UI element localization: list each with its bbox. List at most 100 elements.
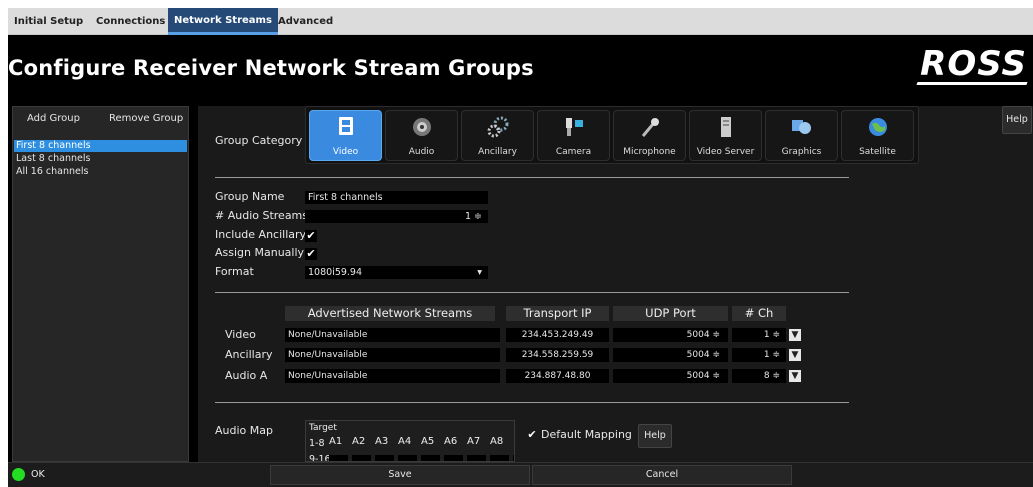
channel-count-value: 8 bbox=[763, 371, 770, 381]
audio-map-label: Audio Map bbox=[215, 424, 273, 437]
default-mapping-label: Default Mapping bbox=[541, 428, 632, 441]
target-channel: A8 bbox=[490, 436, 504, 447]
category-label: Satellite bbox=[859, 147, 896, 157]
tab-advanced[interactable]: Advanced bbox=[278, 8, 333, 35]
stepper-icon: ≑ bbox=[772, 371, 780, 381]
target-channel: A2 bbox=[352, 436, 366, 447]
category-ancillary-button[interactable]: Ancillary bbox=[461, 110, 534, 161]
target-channel: A1 bbox=[329, 436, 343, 447]
header-channel-count: # Ch bbox=[732, 306, 786, 321]
category-microphone-button[interactable]: Microphone bbox=[613, 110, 686, 161]
divider bbox=[215, 292, 849, 293]
cancel-button[interactable]: Cancel bbox=[532, 465, 792, 485]
include-ancillary-label: Include Ancillary bbox=[215, 228, 307, 241]
channel-count-stepper[interactable]: 1 ≑ bbox=[732, 348, 786, 362]
category-label: Video Server bbox=[696, 147, 755, 157]
udp-port-stepper[interactable]: 5004 ≑ bbox=[613, 369, 728, 383]
default-mapping-checkbox[interactable]: ✔ bbox=[526, 429, 538, 441]
channel-count-stepper[interactable]: 8 ≑ bbox=[732, 369, 786, 383]
audio-streams-stepper[interactable]: 1 ≑ bbox=[305, 210, 488, 223]
video-icon bbox=[310, 116, 381, 140]
category-label: Camera bbox=[555, 147, 592, 157]
group-list-panel: Add Group Remove Group First 8 channels … bbox=[12, 106, 189, 462]
include-ancillary-checkbox[interactable]: ✔ bbox=[305, 230, 317, 242]
status-indicator-icon bbox=[12, 468, 25, 481]
udp-port-value: 5004 bbox=[686, 350, 710, 360]
udp-port-value: 5004 bbox=[686, 330, 710, 340]
stepper-icon: ≑ bbox=[712, 350, 720, 360]
page-title: Configure Receiver Network Stream Groups bbox=[8, 56, 534, 80]
target-label: Target bbox=[309, 423, 337, 433]
category-graphics-button[interactable]: Graphics bbox=[765, 110, 838, 161]
camera-icon bbox=[538, 116, 609, 140]
assign-manually-checkbox[interactable]: ✔ bbox=[305, 248, 317, 260]
stream-select[interactable]: None/Unavailable bbox=[285, 348, 500, 362]
tab-connections[interactable]: Connections bbox=[96, 8, 165, 35]
channel-count-stepper[interactable]: 1 ≑ bbox=[732, 328, 786, 342]
transport-ip-field[interactable]: 234.887.48.80 bbox=[506, 369, 609, 383]
stream-select[interactable]: None/Unavailable bbox=[285, 369, 500, 383]
format-select[interactable]: 1080i59.94 ▾ bbox=[305, 266, 488, 279]
category-audio-button[interactable]: Audio bbox=[385, 110, 458, 161]
target-channel: A5 bbox=[421, 436, 435, 447]
group-category-label: Group Category bbox=[215, 134, 303, 147]
group-name-input[interactable]: First 8 channels bbox=[305, 191, 488, 204]
chevron-down-icon[interactable]: ▼ bbox=[789, 329, 801, 341]
row-label: Audio A bbox=[225, 369, 268, 382]
tab-initial-setup[interactable]: Initial Setup bbox=[14, 8, 83, 35]
row-1-8-label: 1-8 bbox=[309, 438, 325, 449]
logo-underline bbox=[916, 82, 1028, 85]
tab-network-streams[interactable]: Network Streams bbox=[168, 8, 278, 35]
group-list-item[interactable]: First 8 channels bbox=[14, 140, 187, 152]
shapes-icon bbox=[766, 116, 837, 140]
assign-manually-label: Assign Manually bbox=[215, 246, 305, 259]
udp-port-stepper[interactable]: 5004 ≑ bbox=[613, 348, 728, 362]
format-label: Format bbox=[215, 265, 254, 278]
ross-logo: ROSS bbox=[920, 44, 1027, 84]
audio-map-grid: Target 1-8 A1 A2 A3 A4 A5 A6 A7 A8 9-16 bbox=[305, 420, 515, 462]
audio-map-cells[interactable] bbox=[329, 455, 514, 461]
save-button[interactable]: Save bbox=[270, 465, 530, 485]
divider bbox=[215, 402, 849, 403]
row-label: Video bbox=[225, 328, 256, 341]
stream-select[interactable]: None/Unavailable bbox=[285, 328, 500, 342]
audio-streams-value: 1 bbox=[464, 211, 471, 222]
status-text: OK bbox=[31, 469, 45, 480]
category-video-server-button[interactable]: Video Server bbox=[689, 110, 762, 161]
row-label: Ancillary bbox=[225, 348, 273, 361]
add-group-button[interactable]: Add Group bbox=[27, 113, 80, 124]
status-bar: OK Save Cancel bbox=[8, 462, 1033, 487]
speaker-icon bbox=[386, 116, 457, 140]
row-9-16-label: 9-16 bbox=[309, 454, 331, 462]
help-button[interactable]: Help bbox=[1002, 106, 1032, 134]
globe-icon bbox=[842, 116, 913, 140]
divider bbox=[215, 177, 849, 178]
stepper-icon: ≑ bbox=[712, 330, 720, 340]
microphone-icon bbox=[614, 116, 685, 140]
target-channel-list: A1 A2 A3 A4 A5 A6 A7 A8 bbox=[329, 436, 514, 450]
audio-map-help-button[interactable]: Help bbox=[638, 424, 672, 448]
category-video-button[interactable]: Video bbox=[309, 110, 382, 161]
server-icon bbox=[690, 116, 761, 140]
chevron-down-icon[interactable]: ▼ bbox=[789, 370, 801, 382]
category-label: Video bbox=[332, 147, 359, 157]
group-list-item[interactable]: All 16 channels bbox=[14, 166, 187, 178]
group-settings-panel: Group Category Video Audio Ancillary Cam… bbox=[198, 106, 1033, 462]
app-window: Initial Setup Connections Network Stream… bbox=[8, 8, 1033, 487]
category-selector: Video Audio Ancillary Camera Microphone … bbox=[305, 106, 919, 164]
stepper-icon: ≑ bbox=[712, 371, 720, 381]
chevron-down-icon[interactable]: ▼ bbox=[789, 349, 801, 361]
category-satellite-button[interactable]: Satellite bbox=[841, 110, 914, 161]
chevron-down-icon: ▾ bbox=[477, 267, 482, 278]
group-list-item[interactable]: Last 8 channels bbox=[14, 153, 187, 165]
udp-port-stepper[interactable]: 5004 ≑ bbox=[613, 328, 728, 342]
transport-ip-field[interactable]: 234.453.249.49 bbox=[506, 328, 609, 342]
stepper-icon: ≑ bbox=[474, 211, 482, 222]
transport-ip-field[interactable]: 234.558.259.59 bbox=[506, 348, 609, 362]
category-label: Graphics bbox=[781, 147, 822, 157]
category-label: Ancillary bbox=[478, 147, 517, 157]
category-camera-button[interactable]: Camera bbox=[537, 110, 610, 161]
audio-streams-label: # Audio Streams bbox=[215, 209, 309, 222]
header-transport-ip: Transport IP bbox=[506, 306, 609, 321]
remove-group-button[interactable]: Remove Group bbox=[109, 113, 183, 124]
